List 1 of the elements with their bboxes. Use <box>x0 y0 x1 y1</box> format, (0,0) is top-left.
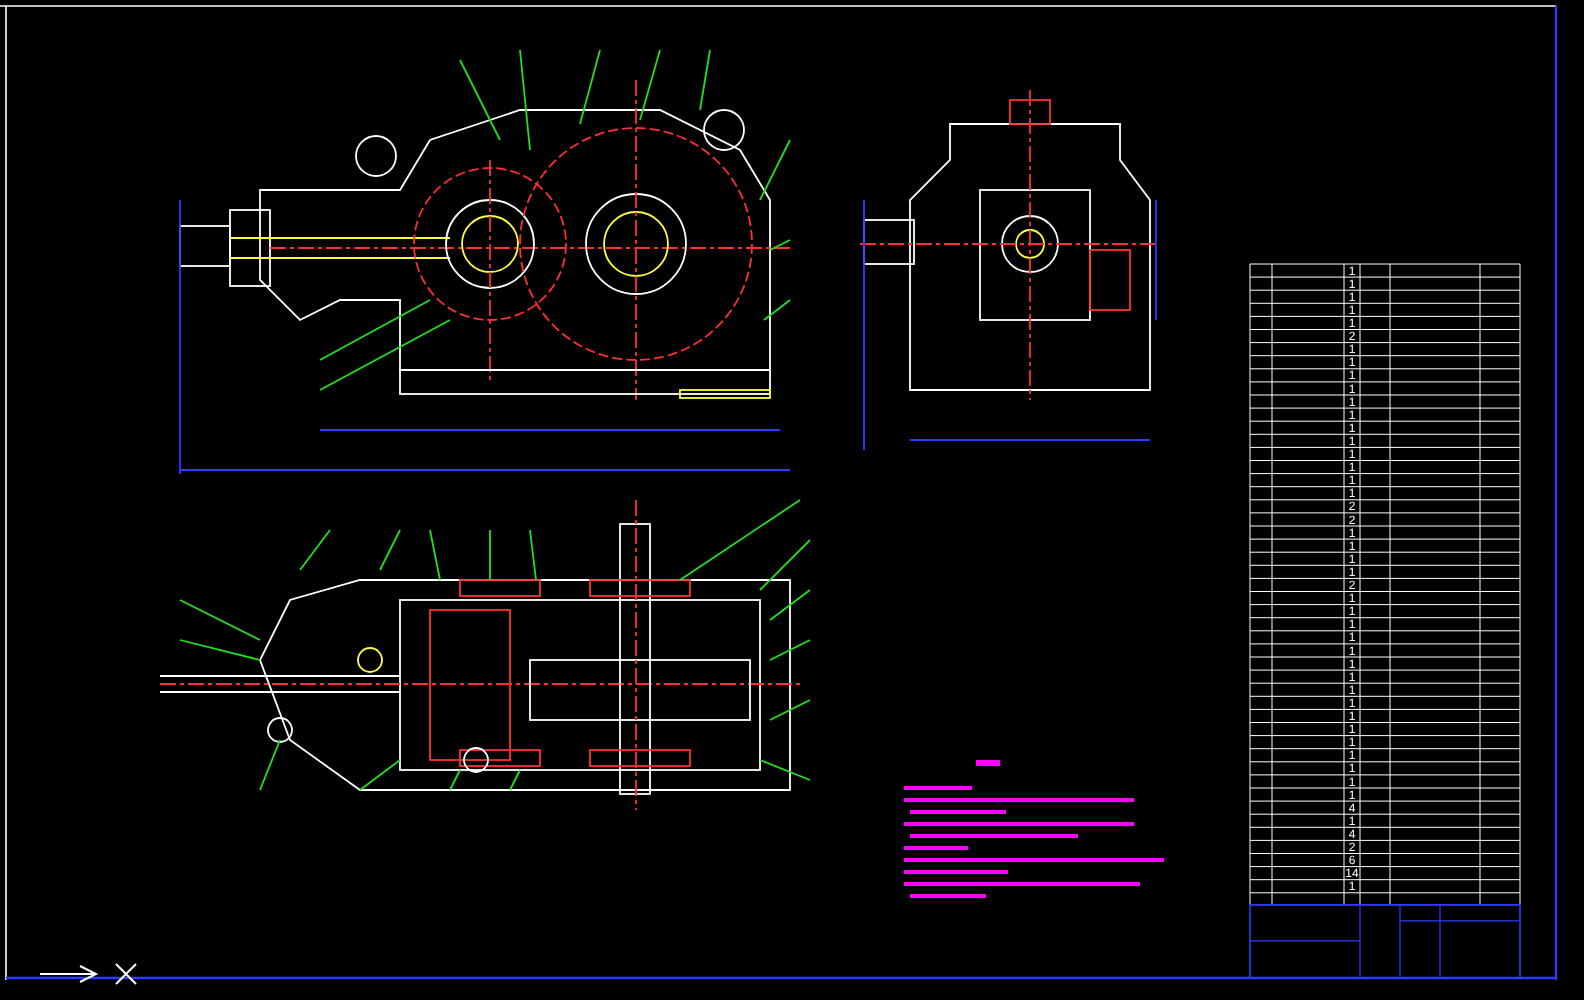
axis-arrow-icon <box>39 963 137 985</box>
